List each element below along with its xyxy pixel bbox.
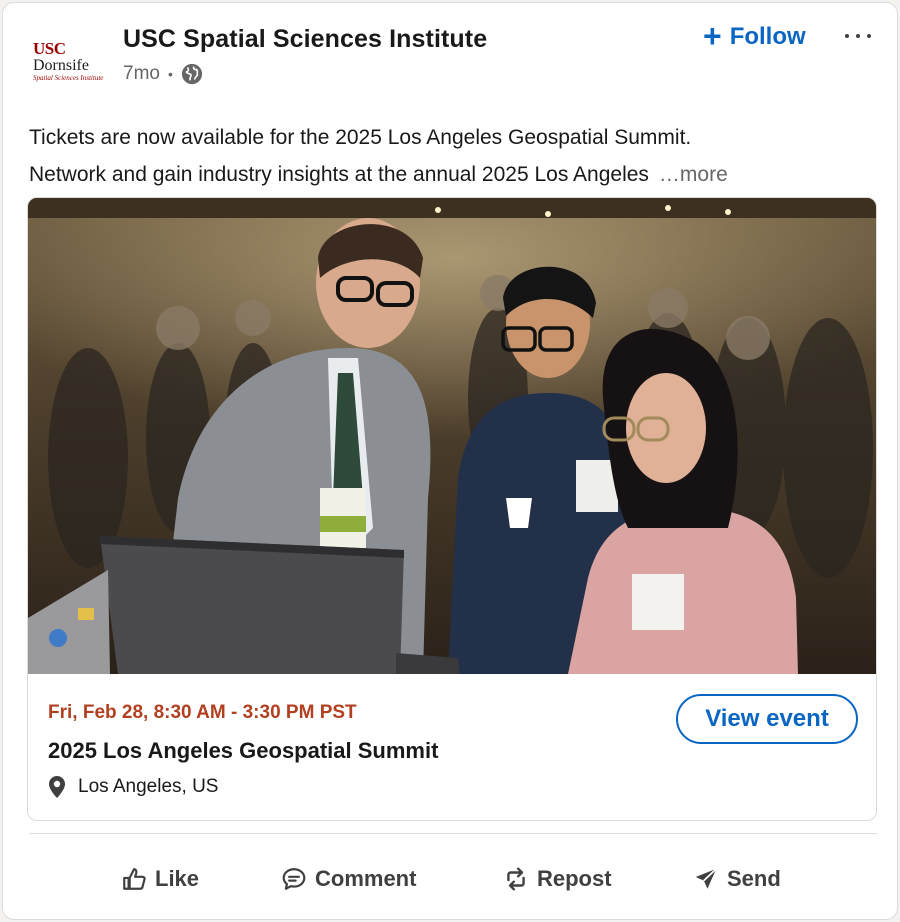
logo-line-usc: USC [33,39,66,58]
post-meta: 7mo • [123,61,203,87]
send-label: Send [727,866,781,891]
event-photo[interactable] [28,198,877,674]
post-text-line-2-content: Network and gain industry insights at th… [29,163,649,186]
event-location: Los Angeles, US [48,774,218,800]
repost-label: Repost [537,866,612,891]
repost-button[interactable]: Repost [503,855,612,903]
follow-label: Follow [729,23,806,50]
send-button[interactable]: Send [693,855,781,903]
see-more-link[interactable]: …more [659,163,728,186]
repost-icon [507,867,525,891]
send-icon [695,868,717,889]
globe-icon [181,63,202,85]
post-card: USC Dornsife Spatial Sciences Institute … [2,2,898,920]
thumbs-up-icon [123,868,146,890]
map-pin-icon [49,776,65,798]
event-card[interactable]: Fri, Feb 28, 8:30 AM - 3:30 PM PST 2025 … [27,197,877,821]
post-age: 7mo [123,63,160,84]
more-options-icon[interactable] [841,25,875,47]
plus-icon: + [703,17,722,54]
comment-button[interactable]: Comment [281,855,416,903]
event-location-text: Los Angeles, US [78,776,219,797]
event-date: Fri, Feb 28, 8:30 AM - 3:30 PM PST [48,702,357,723]
author-name[interactable]: USC Spatial Sciences Institute [123,25,487,54]
comment-icon [282,868,306,890]
social-actions-bar: Like Comment Repost Send [3,855,899,905]
logo-line-dornsife: Dornsife [33,57,89,74]
post-text-line-2: Network and gain industry insights at th… [29,156,869,193]
org-logo[interactable]: USC Dornsife Spatial Sciences Institute [33,39,109,89]
logo-line-institute: Spatial Sciences Institute [33,74,104,82]
comment-label: Comment [315,866,417,891]
post-body: Tickets are now available for the 2025 L… [29,119,869,193]
event-title[interactable]: 2025 Los Angeles Geospatial Summit [48,738,438,764]
meta-separator: • [167,66,173,82]
like-button[interactable]: Like [121,855,199,903]
follow-button[interactable]: + Follow [703,19,806,55]
view-event-button[interactable]: View event [676,694,858,744]
like-label: Like [155,866,200,891]
post-text-line-1: Tickets are now available for the 2025 L… [29,126,692,149]
actions-divider [29,833,877,834]
